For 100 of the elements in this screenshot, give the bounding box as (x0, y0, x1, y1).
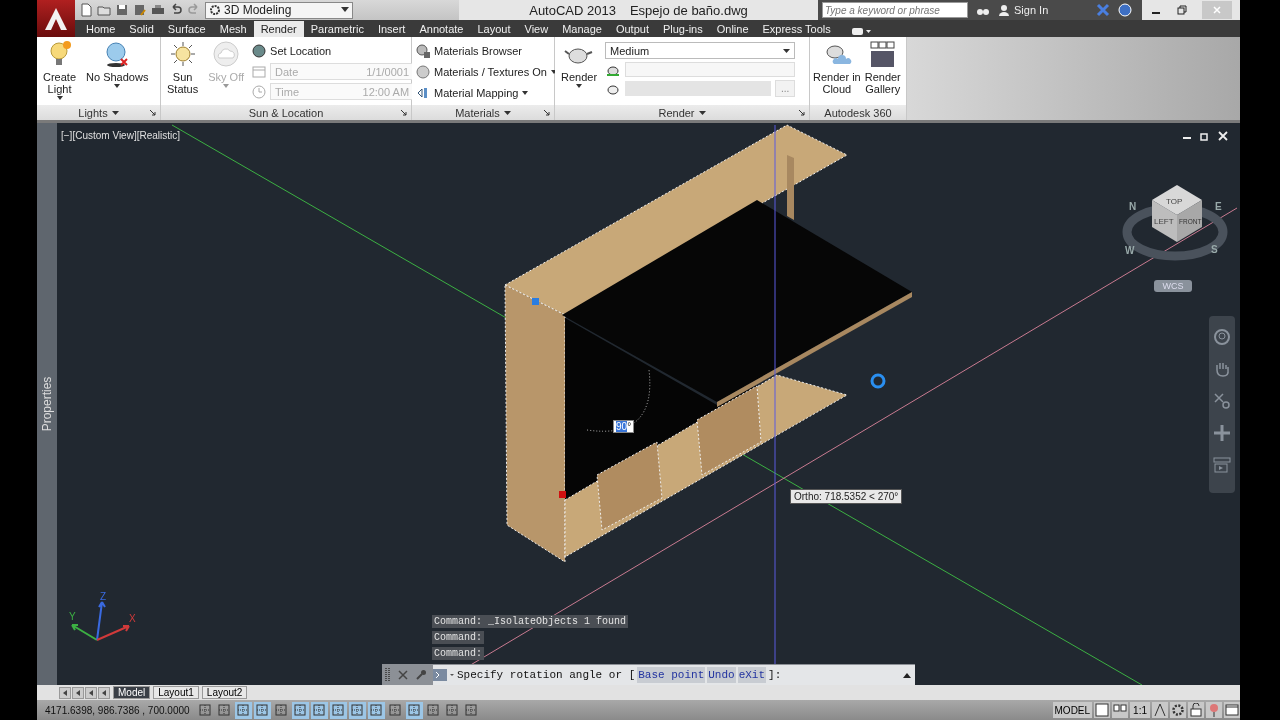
drafting-toggle[interactable] (311, 701, 328, 719)
ribbon-tab[interactable]: Render (253, 21, 304, 37)
angle-input[interactable]: 90° (613, 420, 635, 433)
drafting-toggle[interactable] (387, 701, 404, 719)
drafting-toggle[interactable] (216, 701, 233, 719)
steering-wheel-icon[interactable] (1213, 328, 1231, 346)
output-path-field[interactable] (625, 81, 772, 96)
tab-scroll-icon[interactable] (72, 686, 84, 699)
ribbon-tab[interactable]: View (517, 21, 556, 37)
ribbon-tab[interactable]: Mesh (212, 21, 254, 37)
drafting-toggle[interactable] (273, 701, 290, 719)
window-icon[interactable] (1224, 702, 1240, 718)
dialog-launcher-icon[interactable] (799, 110, 805, 116)
dialog-launcher-icon[interactable] (150, 110, 156, 116)
tab-scroll-icon[interactable] (85, 686, 97, 699)
layout-tab[interactable]: Layout2 (201, 686, 248, 699)
sign-in-button[interactable]: Sign In (998, 4, 1088, 16)
layout-tab[interactable]: Layout1 (153, 686, 199, 699)
gear-icon[interactable] (1170, 702, 1186, 718)
new-file-icon[interactable] (79, 3, 93, 17)
workspace-dropdown[interactable]: 3D Modeling (205, 1, 353, 19)
grip-handle[interactable] (559, 491, 566, 498)
compass-letter[interactable]: E (1215, 201, 1222, 212)
ribbon-tab[interactable]: Solid (122, 21, 161, 37)
command-option[interactable]: Undo (707, 667, 736, 683)
save-as-icon[interactable] (133, 3, 147, 17)
ribbon-button[interactable]: Sun Status (165, 40, 201, 105)
viewcube-face-label[interactable]: TOP (1166, 197, 1183, 206)
properties-palette[interactable]: Properties (37, 123, 57, 685)
drafting-toggle[interactable] (463, 701, 480, 719)
tab-scroll-icon[interactable] (98, 686, 110, 699)
set-location-button[interactable]: Set Location (252, 42, 415, 60)
render-preset-dropdown[interactable]: Medium (605, 42, 796, 59)
command-option[interactable]: Base point (637, 667, 706, 683)
ribbon-tab[interactable]: Output (608, 21, 656, 37)
compass-letter[interactable]: N (1129, 201, 1137, 212)
restore-icon[interactable] (1176, 4, 1188, 16)
printer-icon[interactable] (151, 3, 165, 17)
drafting-toggle[interactable] (235, 701, 252, 719)
drafting-toggle[interactable] (444, 701, 461, 719)
drafting-toggle[interactable] (368, 701, 385, 719)
drafting-toggle[interactable] (425, 701, 442, 719)
help-icon[interactable] (1118, 3, 1132, 17)
command-input[interactable]: Specify rotation angle or [ Base point Undo eXit ]: (433, 665, 915, 685)
tab-scroll-icon[interactable] (59, 686, 71, 699)
search-field[interactable]: Type a keyword or phrase (822, 2, 968, 18)
compass-letter[interactable]: W (1125, 245, 1135, 256)
annotation-scale-dropdown[interactable]: 1:1 (1130, 702, 1150, 718)
materials-icon (416, 44, 430, 58)
ribbon-tab[interactable]: Surface (160, 21, 213, 37)
grip-handle[interactable] (532, 298, 539, 305)
ribbon-tab[interactable]: Parametric (303, 21, 371, 37)
viewcube[interactable] (1152, 185, 1202, 242)
drafting-toggle[interactable] (292, 701, 309, 719)
ribbon-button[interactable]: Create Light (41, 40, 79, 105)
drafting-toggle[interactable] (197, 701, 214, 719)
annotation-icon[interactable] (1152, 702, 1168, 718)
wrench-icon[interactable] (415, 669, 427, 681)
film-icon[interactable] (1213, 456, 1231, 474)
ribbon-tab[interactable]: Insert (370, 21, 413, 37)
save-icon[interactable] (115, 3, 129, 17)
camera-icon[interactable] (851, 27, 872, 37)
model-tab[interactable]: Model (113, 686, 151, 699)
ribbon-tab[interactable]: Manage (555, 21, 609, 37)
ribbon-button[interactable]: Render in Cloud (811, 40, 863, 105)
drafting-toggle[interactable] (254, 701, 271, 719)
command-option[interactable]: eXit (737, 667, 767, 683)
lock-icon[interactable] (1188, 702, 1204, 718)
ribbon-tab[interactable]: Annotate (412, 21, 471, 37)
ribbon-tab[interactable]: Online (709, 21, 756, 37)
drafting-toggle[interactable] (349, 701, 366, 719)
zoom-icon[interactable] (1213, 392, 1231, 410)
viewport-icon[interactable] (1094, 702, 1111, 718)
model-space-button[interactable]: MODEL (1052, 702, 1093, 718)
ribbon-button[interactable]: Material Mapping (416, 84, 557, 102)
ribbon-tab[interactable]: Home (79, 21, 123, 37)
undo-icon[interactable] (169, 3, 183, 17)
hand-icon[interactable] (1213, 360, 1231, 378)
restore-icon[interactable] (1200, 131, 1210, 141)
caret-icon[interactable] (903, 672, 911, 678)
application-button[interactable] (37, 0, 75, 37)
grip-icon[interactable] (385, 667, 391, 683)
drafting-toggle[interactable] (330, 701, 347, 719)
viewport-label[interactable]: [−][Custom View][Realistic] (61, 130, 181, 141)
viewcube-face-label[interactable]: LEFT (1154, 217, 1174, 226)
drafting-toggle[interactable] (406, 701, 423, 719)
ribbon-tab[interactable]: Plug-ins (655, 21, 710, 37)
render-button[interactable]: Render (559, 40, 600, 105)
orbit-icon[interactable] (1213, 424, 1231, 442)
ribbon-button[interactable]: Materials / Textures On (416, 63, 557, 81)
open-folder-icon[interactable] (97, 3, 111, 17)
ribbon-tab[interactable]: Express Tools (755, 21, 838, 37)
ribbon-button[interactable]: Materials Browser (416, 42, 557, 60)
exchange-icon[interactable] (1096, 3, 1110, 17)
ribbon-button[interactable]: Render Gallery (862, 40, 903, 105)
dialog-launcher-icon[interactable] (544, 110, 550, 116)
ribbon-button[interactable]: No Shadows (84, 40, 151, 105)
dialog-launcher-icon[interactable] (401, 110, 407, 116)
layout-icon[interactable] (1112, 702, 1129, 718)
ribbon-tab[interactable]: Layout (470, 21, 518, 37)
